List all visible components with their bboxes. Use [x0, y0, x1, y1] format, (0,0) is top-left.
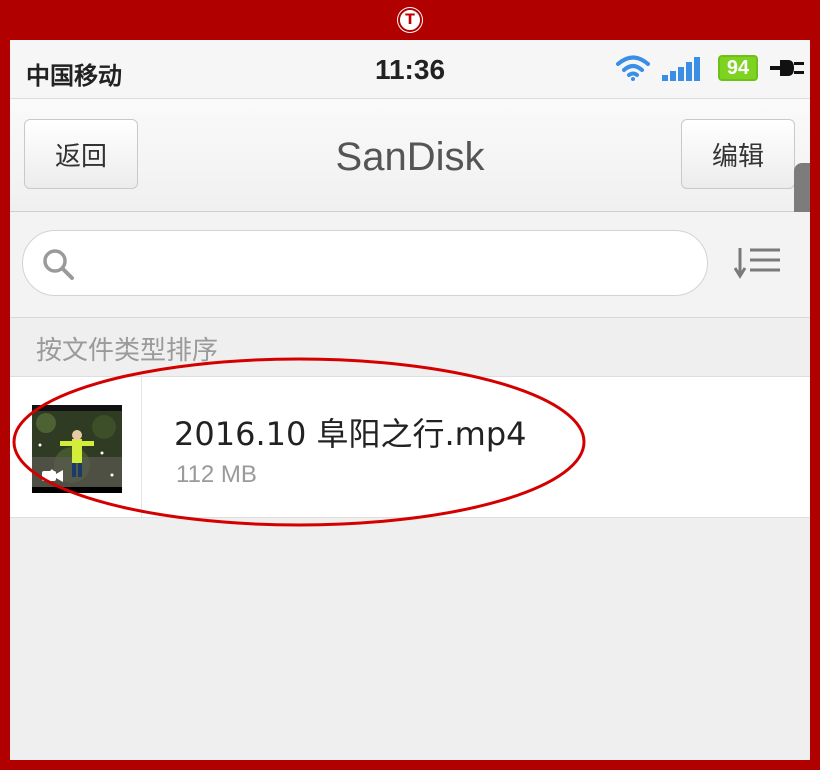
section-header-label: 按文件类型排序: [36, 336, 219, 366]
annotation-badge: T: [398, 8, 422, 32]
video-thumbnail: [32, 405, 122, 493]
search-row: [10, 212, 810, 318]
wifi-icon: [616, 55, 650, 81]
file-name: 2016.10 阜阳之行.mp4: [174, 415, 527, 453]
edit-button[interactable]: 编辑: [681, 119, 795, 189]
plug-icon: [770, 56, 804, 80]
status-bar: 中国移动 11:36 94: [10, 40, 810, 98]
thumbnail-cell: [10, 377, 142, 517]
search-input[interactable]: [83, 231, 683, 295]
signal-icon: [662, 55, 706, 81]
phone-screen: 中国移动 11:36 94 返回 SanDisk 编辑 按文件类型排序 2016…: [10, 40, 810, 760]
sort-section-header: 按文件类型排序: [10, 318, 810, 376]
status-icons: 94: [616, 52, 804, 84]
file-size: 112 MB: [176, 461, 257, 488]
video-camera-icon: [42, 469, 64, 488]
search-icon: [41, 247, 75, 286]
navigation-bar: 返回 SanDisk 编辑: [10, 98, 810, 249]
sort-icon[interactable]: [733, 246, 782, 285]
annotation-badge-label: T: [405, 12, 415, 28]
search-field[interactable]: [22, 230, 708, 296]
file-list-item[interactable]: 2016.10 阜阳之行.mp4 112 MB: [10, 376, 810, 518]
battery-icon: 94: [718, 55, 758, 81]
